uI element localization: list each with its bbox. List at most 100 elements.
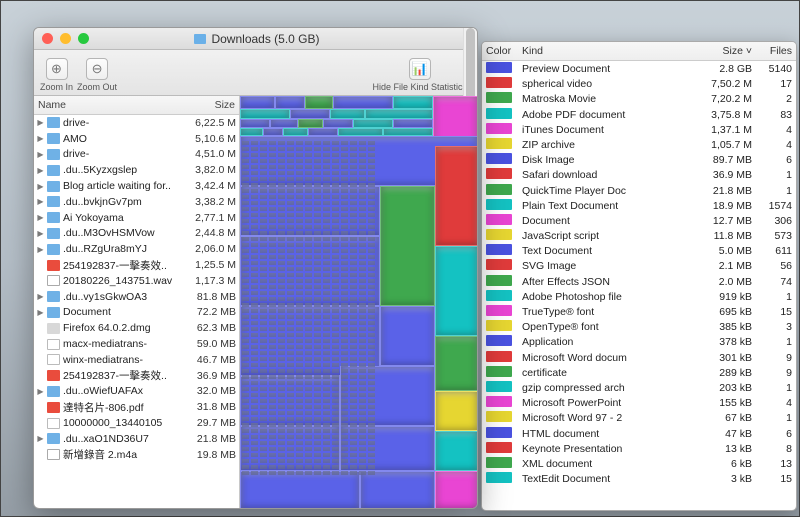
stats-row[interactable]: TrueType® font695 kB15 (482, 304, 796, 319)
stats-row[interactable]: Preview Document2.8 GB5140 (482, 61, 796, 76)
treemap-cell[interactable] (380, 306, 435, 366)
stats-row[interactable]: Adobe Photoshop file919 kB1 (482, 289, 796, 304)
stats-row[interactable]: iTunes Document1,37.1 M4 (482, 122, 796, 137)
treemap-cell[interactable] (308, 128, 338, 136)
stats-row[interactable]: Text Document5.0 MB611 (482, 243, 796, 258)
file-row[interactable]: Firefox 64.0.2.dmg62.3 MB (34, 320, 239, 336)
file-row[interactable]: winx-mediatrans-46.7 MB (34, 352, 239, 368)
stats-row[interactable]: HTML document47 kB6 (482, 426, 796, 441)
file-row[interactable]: ▶AMO5,10.6 M (34, 131, 239, 147)
zoom-out-button[interactable]: ⊖ Zoom Out (77, 58, 117, 92)
treemap-cell[interactable] (240, 96, 275, 109)
stats-row[interactable]: Microsoft Word 97 - 267 kB1 (482, 410, 796, 425)
stats-row[interactable]: ZIP archive1,05.7 M4 (482, 137, 796, 152)
treemap-cell[interactable] (360, 471, 435, 508)
stats-row[interactable]: certificate289 kB9 (482, 365, 796, 380)
treemap-cell[interactable] (298, 119, 323, 128)
stats-row[interactable]: TextEdit Document3 kB15 (482, 471, 796, 486)
stats-row[interactable]: Document12.7 MB306 (482, 213, 796, 228)
treemap-cell[interactable] (435, 431, 477, 471)
treemap-cell[interactable] (435, 336, 477, 391)
disclosure-icon[interactable]: ▶ (37, 308, 44, 317)
file-row[interactable]: ▶.du..5Kyzxgslep3,82.0 M (34, 162, 239, 178)
stats-row[interactable]: Application378 kB1 (482, 334, 796, 349)
treemap-cell[interactable] (290, 109, 330, 119)
treemap-cell[interactable] (383, 128, 433, 136)
stats-row[interactable]: gzip compressed arch203 kB1 (482, 380, 796, 395)
disclosure-icon[interactable]: ▶ (37, 182, 44, 191)
file-row[interactable]: 新增錄音 2.m4a19.8 MB (34, 447, 239, 463)
stats-row[interactable]: JavaScript script11.8 MB573 (482, 228, 796, 243)
disclosure-icon[interactable]: ▶ (37, 213, 44, 222)
disclosure-icon[interactable]: ▶ (37, 118, 44, 127)
disclosure-icon[interactable]: ▶ (37, 245, 44, 254)
treemap-cell[interactable] (435, 246, 477, 336)
file-row[interactable]: macx-mediatrans-59.0 MB (34, 336, 239, 352)
treemap-cell[interactable] (435, 391, 477, 431)
col-kind[interactable]: Kind (522, 45, 690, 57)
col-name[interactable]: Name (38, 99, 177, 111)
zoom-icon[interactable] (78, 33, 89, 44)
treemap-cell[interactable] (305, 96, 333, 109)
col-files[interactable]: Files (752, 45, 792, 57)
file-list-body[interactable]: ▶drive-6,22.5 M▶AMO5,10.6 M▶drive-4,51.0… (34, 115, 239, 508)
file-row[interactable]: 10000000_1344010529.7 MB (34, 415, 239, 431)
file-row[interactable]: ▶.du..vy1sGkwOA381.8 MB (34, 289, 239, 305)
col-size[interactable]: Size ˅ (690, 45, 752, 57)
stats-row[interactable]: Plain Text Document18.9 MB1574 (482, 198, 796, 213)
file-row[interactable]: ▶Ai Yokoyama2,77.1 M (34, 210, 239, 226)
disclosure-icon[interactable]: ▶ (37, 166, 44, 175)
titlebar[interactable]: Downloads (5.0 GB) (34, 28, 477, 50)
stats-row[interactable]: Matroska Movie7,20.2 M2 (482, 91, 796, 106)
treemap-cell[interactable] (435, 471, 477, 508)
file-row[interactable]: ▶.du..M3OvHSMVow2,44.8 M (34, 226, 239, 242)
file-row[interactable]: ▶.du..RZgUra8mYJ2,06.0 M (34, 241, 239, 257)
treemap-cell[interactable] (263, 128, 283, 136)
treemap-cell[interactable] (393, 119, 433, 128)
treemap-cell[interactable] (330, 109, 365, 119)
file-row[interactable]: 254192837-一擊奏效..1,25.5 M (34, 257, 239, 273)
treemap-cell[interactable] (323, 119, 353, 128)
file-row[interactable]: ▶.du..oWiefUAFAx32.0 MB (34, 384, 239, 400)
file-row[interactable]: ▶drive-4,51.0 M (34, 147, 239, 163)
col-color[interactable]: Color (486, 45, 522, 57)
close-icon[interactable] (42, 33, 53, 44)
treemap-cell[interactable] (380, 186, 435, 306)
treemap-cell[interactable] (435, 146, 477, 246)
treemap-cell[interactable] (240, 109, 290, 119)
stats-row[interactable]: Keynote Presentation13 kB8 (482, 441, 796, 456)
stats-row[interactable]: Disk Image89.7 MB6 (482, 152, 796, 167)
file-row[interactable]: ▶Blog article waiting for..3,42.4 M (34, 178, 239, 194)
hide-stats-button[interactable]: 📊 Hide File Kind Statistics (372, 58, 467, 92)
stats-row[interactable]: OpenType® font385 kB3 (482, 319, 796, 334)
file-row[interactable]: ▶.du..xaO1ND36U721.8 MB (34, 431, 239, 447)
treemap-cell[interactable] (333, 96, 393, 109)
disclosure-icon[interactable]: ▶ (37, 134, 44, 143)
disclosure-icon[interactable]: ▶ (37, 387, 44, 396)
disclosure-icon[interactable]: ▶ (37, 229, 44, 238)
treemap-cell[interactable] (283, 128, 308, 136)
file-row[interactable]: 20180226_143751.wav1,17.3 M (34, 273, 239, 289)
stats-row[interactable]: spherical video7,50.2 M17 (482, 76, 796, 91)
treemap-cell[interactable] (270, 119, 298, 128)
stats-row[interactable]: Microsoft Word docum301 kB9 (482, 350, 796, 365)
stats-row[interactable]: Adobe PDF document3,75.8 M83 (482, 107, 796, 122)
file-row[interactable]: 254192837-一擊奏效..36.9 MB (34, 368, 239, 384)
treemap-cell[interactable] (275, 96, 305, 109)
treemap[interactable] (240, 96, 477, 508)
disclosure-icon[interactable]: ▶ (37, 197, 44, 206)
treemap-cell[interactable] (393, 96, 433, 109)
stats-row[interactable]: QuickTime Player Doc21.8 MB1 (482, 183, 796, 198)
stats-row[interactable]: SVG Image2.1 MB56 (482, 258, 796, 273)
file-row[interactable]: ▶Document72.2 MB (34, 305, 239, 321)
disclosure-icon[interactable]: ▶ (37, 150, 44, 159)
file-row[interactable]: ▶drive-6,22.5 M (34, 115, 239, 131)
treemap-cell[interactable] (353, 119, 393, 128)
treemap-cell[interactable] (240, 119, 270, 128)
zoom-in-button[interactable]: ⊕ Zoom In (40, 58, 73, 92)
treemap-cell[interactable] (365, 109, 433, 119)
disclosure-icon[interactable]: ▶ (37, 292, 44, 301)
stats-body[interactable]: Preview Document2.8 GB5140spherical vide… (482, 61, 796, 486)
file-row[interactable]: 達特名片-806.pdf31.8 MB (34, 399, 239, 415)
stats-row[interactable]: Microsoft PowerPoint155 kB4 (482, 395, 796, 410)
